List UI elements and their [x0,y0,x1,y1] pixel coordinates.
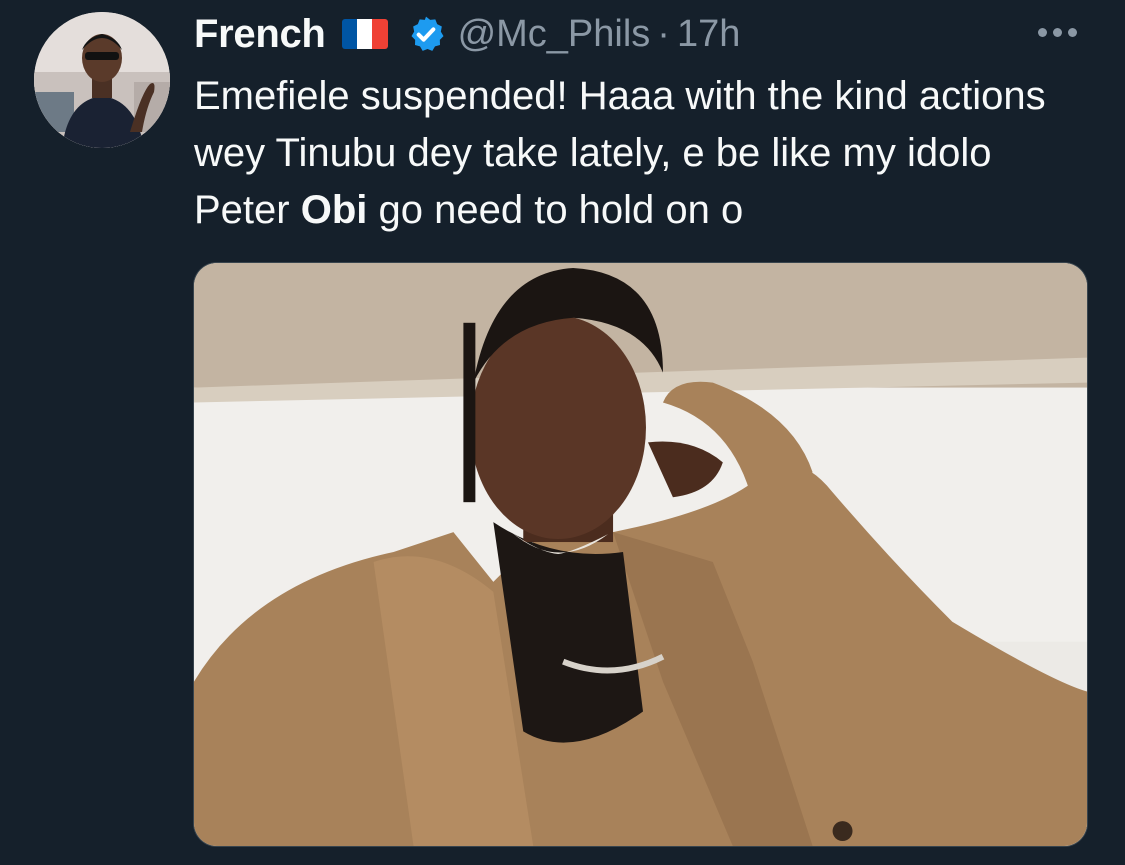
tweet-timestamp[interactable]: 17h [677,13,740,56]
tweet-media-photo[interactable] [193,262,1088,847]
france-flag-icon [341,19,388,49]
author-name[interactable]: French [194,12,326,57]
author-avatar[interactable] [34,12,170,148]
tweet-header: French @Mc_Phils · 17h [194,8,740,60]
more-horizontal-icon[interactable] [1038,28,1077,37]
tweet-text-bold: Obi [300,188,368,232]
tweet[interactable]: French @Mc_Phils · 17h Emefiele suspende… [0,0,1125,865]
author-handle[interactable]: @Mc_Phils [458,13,651,56]
tweet-text: Emefiele suspended! Haaa with the kind a… [194,68,1094,239]
tweet-text-part2: go need to hold on o [367,188,744,232]
verified-badge-icon [406,14,446,54]
header-separator: · [657,12,670,55]
